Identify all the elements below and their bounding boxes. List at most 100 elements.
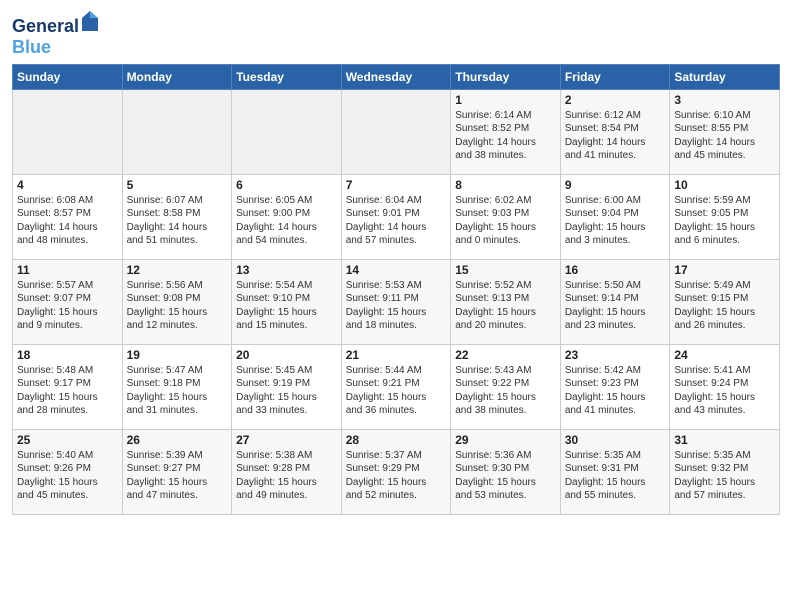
calendar-week-1: 1Sunrise: 6:14 AM Sunset: 8:52 PM Daylig…: [13, 89, 780, 174]
day-number: 27: [236, 433, 337, 447]
weekday-header-thursday: Thursday: [451, 64, 561, 89]
day-number: 17: [674, 263, 775, 277]
day-info: Sunrise: 6:14 AM Sunset: 8:52 PM Dayligh…: [455, 109, 556, 163]
calendar-cell: 21 Sunrise: 5:44 AM Sunset: 9:21 PM Dayli…: [341, 344, 451, 429]
day-info: Sunrise: 6:04 AM Sunset: 9:01 PM Dayligh…: [346, 194, 447, 248]
calendar-cell: 4Sunrise: 6:08 AM Sunset: 8:57 PM Daylig…: [13, 174, 123, 259]
calendar-cell: 7 Sunrise: 6:04 AM Sunset: 9:01 PM Daylig…: [341, 174, 451, 259]
calendar-cell: 23Sunrise: 5:42 AM Sunset: 9:23 PM Dayli…: [560, 344, 670, 429]
calendar-cell: [13, 89, 123, 174]
calendar-cell: 31Sunrise: 5:35 AM Sunset: 9:32 PM Dayli…: [670, 429, 780, 514]
calendar-cell: 10 Sunrise: 5:59 AM Sunset: 9:05 PM Dayli…: [670, 174, 780, 259]
day-number: 6: [236, 178, 337, 192]
calendar-cell: 25 Sunrise: 5:40 AM Sunset: 9:26 PM Dayli…: [13, 429, 123, 514]
day-number: 24: [674, 348, 775, 362]
calendar-week-4: 18 Sunrise: 5:48 AM Sunset: 9:17 PM Dayli…: [13, 344, 780, 429]
logo-general: General: [12, 16, 79, 36]
calendar-cell: 17Sunrise: 5:49 AM Sunset: 9:15 PM Dayli…: [670, 259, 780, 344]
day-number: 31: [674, 433, 775, 447]
calendar-cell: 5 Sunrise: 6:07 AM Sunset: 8:58 PM Daylig…: [122, 174, 232, 259]
day-number: 26: [127, 433, 228, 447]
day-number: 20: [236, 348, 337, 362]
calendar-cell: 27 Sunrise: 5:38 AM Sunset: 9:28 PM Dayli…: [232, 429, 342, 514]
day-number: 7: [346, 178, 447, 192]
day-info: Sunrise: 6:08 AM Sunset: 8:57 PM Dayligh…: [17, 194, 118, 248]
day-info: Sunrise: 6:07 AM Sunset: 8:58 PM Dayligh…: [127, 194, 228, 248]
calendar-cell: 26 Sunrise: 5:39 AM Sunset: 9:27 PM Dayli…: [122, 429, 232, 514]
day-info: Sunrise: 5:44 AM Sunset: 9:21 PM Dayligh…: [346, 364, 447, 418]
day-number: 9: [565, 178, 666, 192]
weekday-header-monday: Monday: [122, 64, 232, 89]
day-info: Sunrise: 6:00 AM Sunset: 9:04 PM Dayligh…: [565, 194, 666, 248]
logo-text: General: [12, 10, 99, 37]
day-info: Sunrise: 5:53 AM Sunset: 9:11 PM Dayligh…: [346, 279, 447, 333]
calendar-cell: 15 Sunrise: 5:52 AM Sunset: 9:13 PM Dayli…: [451, 259, 561, 344]
day-info: Sunrise: 5:57 AM Sunset: 9:07 PM Dayligh…: [17, 279, 118, 333]
day-info: Sunrise: 5:36 AM Sunset: 9:30 PM Dayligh…: [455, 449, 556, 503]
day-info: Sunrise: 5:45 AM Sunset: 9:19 PM Dayligh…: [236, 364, 337, 418]
day-info: Sunrise: 6:10 AM Sunset: 8:55 PM Dayligh…: [674, 109, 775, 163]
day-info: Sunrise: 6:05 AM Sunset: 9:00 PM Dayligh…: [236, 194, 337, 248]
day-number: 22: [455, 348, 556, 362]
day-number: 19: [127, 348, 228, 362]
day-info: Sunrise: 6:12 AM Sunset: 8:54 PM Dayligh…: [565, 109, 666, 163]
calendar-cell: 11 Sunrise: 5:57 AM Sunset: 9:07 PM Dayli…: [13, 259, 123, 344]
calendar-cell: [122, 89, 232, 174]
calendar-cell: 13Sunrise: 5:54 AM Sunset: 9:10 PM Dayli…: [232, 259, 342, 344]
day-number: 29: [455, 433, 556, 447]
day-number: 11: [17, 263, 118, 277]
logo-icon: [81, 10, 99, 32]
day-number: 23: [565, 348, 666, 362]
weekday-header-wednesday: Wednesday: [341, 64, 451, 89]
calendar-cell: 2 Sunrise: 6:12 AM Sunset: 8:54 PM Daylig…: [560, 89, 670, 174]
header: General Blue: [12, 10, 780, 58]
calendar-cell: 12Sunrise: 5:56 AM Sunset: 9:08 PM Dayli…: [122, 259, 232, 344]
calendar-cell: 3 Sunrise: 6:10 AM Sunset: 8:55 PM Daylig…: [670, 89, 780, 174]
calendar-cell: 22 Sunrise: 5:43 AM Sunset: 9:22 PM Dayli…: [451, 344, 561, 429]
day-info: Sunrise: 5:41 AM Sunset: 9:24 PM Dayligh…: [674, 364, 775, 418]
calendar-week-5: 25 Sunrise: 5:40 AM Sunset: 9:26 PM Dayli…: [13, 429, 780, 514]
day-info: Sunrise: 5:47 AM Sunset: 9:18 PM Dayligh…: [127, 364, 228, 418]
day-number: 18: [17, 348, 118, 362]
day-number: 28: [346, 433, 447, 447]
calendar-week-3: 11 Sunrise: 5:57 AM Sunset: 9:07 PM Dayli…: [13, 259, 780, 344]
calendar-cell: 1Sunrise: 6:14 AM Sunset: 8:52 PM Daylig…: [451, 89, 561, 174]
day-number: 5: [127, 178, 228, 192]
calendar-cell: 14Sunrise: 5:53 AM Sunset: 9:11 PM Dayli…: [341, 259, 451, 344]
day-number: 2: [565, 93, 666, 107]
calendar-week-2: 4Sunrise: 6:08 AM Sunset: 8:57 PM Daylig…: [13, 174, 780, 259]
day-info: Sunrise: 6:02 AM Sunset: 9:03 PM Dayligh…: [455, 194, 556, 248]
calendar-cell: [232, 89, 342, 174]
day-info: Sunrise: 5:59 AM Sunset: 9:05 PM Dayligh…: [674, 194, 775, 248]
day-number: 25: [17, 433, 118, 447]
day-number: 3: [674, 93, 775, 107]
day-info: Sunrise: 5:52 AM Sunset: 9:13 PM Dayligh…: [455, 279, 556, 333]
calendar-cell: 18 Sunrise: 5:48 AM Sunset: 9:17 PM Dayli…: [13, 344, 123, 429]
logo: General Blue: [12, 10, 99, 58]
day-info: Sunrise: 5:48 AM Sunset: 9:17 PM Dayligh…: [17, 364, 118, 418]
weekday-header-friday: Friday: [560, 64, 670, 89]
day-number: 16: [565, 263, 666, 277]
day-info: Sunrise: 5:43 AM Sunset: 9:22 PM Dayligh…: [455, 364, 556, 418]
day-info: Sunrise: 5:38 AM Sunset: 9:28 PM Dayligh…: [236, 449, 337, 503]
day-number: 15: [455, 263, 556, 277]
calendar-cell: 28 Sunrise: 5:37 AM Sunset: 9:29 PM Dayli…: [341, 429, 451, 514]
day-number: 8: [455, 178, 556, 192]
calendar-cell: 19 Sunrise: 5:47 AM Sunset: 9:18 PM Dayli…: [122, 344, 232, 429]
calendar-cell: [341, 89, 451, 174]
day-number: 21: [346, 348, 447, 362]
calendar-cell: 24 Sunrise: 5:41 AM Sunset: 9:24 PM Dayli…: [670, 344, 780, 429]
day-info: Sunrise: 5:39 AM Sunset: 9:27 PM Dayligh…: [127, 449, 228, 503]
day-info: Sunrise: 5:40 AM Sunset: 9:26 PM Dayligh…: [17, 449, 118, 503]
calendar-cell: 6 Sunrise: 6:05 AM Sunset: 9:00 PM Daylig…: [232, 174, 342, 259]
day-info: Sunrise: 5:35 AM Sunset: 9:31 PM Dayligh…: [565, 449, 666, 503]
calendar-header-row: SundayMondayTuesdayWednesdayThursdayFrid…: [13, 64, 780, 89]
day-info: Sunrise: 5:37 AM Sunset: 9:29 PM Dayligh…: [346, 449, 447, 503]
day-number: 10: [674, 178, 775, 192]
logo-blue: Blue: [12, 37, 51, 57]
calendar: SundayMondayTuesdayWednesdayThursdayFrid…: [12, 64, 780, 515]
day-info: Sunrise: 5:50 AM Sunset: 9:14 PM Dayligh…: [565, 279, 666, 333]
weekday-header-saturday: Saturday: [670, 64, 780, 89]
weekday-header-sunday: Sunday: [13, 64, 123, 89]
day-number: 13: [236, 263, 337, 277]
